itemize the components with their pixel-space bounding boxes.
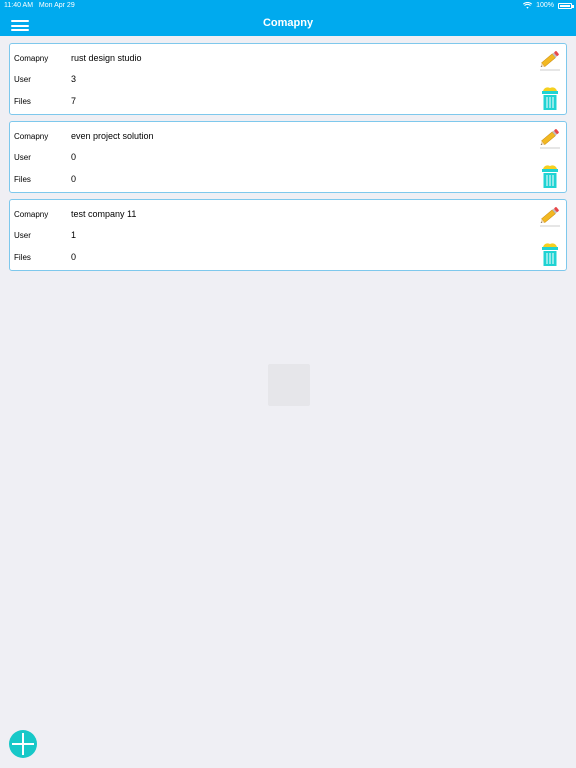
loading-indicator [268,364,310,406]
files-row: Files 7 [14,94,76,108]
company-label: Comapny [14,131,49,141]
user-count: 1 [71,230,77,240]
trash-icon[interactable] [540,163,560,189]
status-time: 11:40 AM [4,2,34,9]
page-title: Comapny [262,17,314,29]
status-right: 100% [523,2,574,9]
files-label: Files [14,174,31,184]
files-label: Files [14,252,31,262]
company-name: rust design studio [71,53,142,63]
user-label: User [14,230,31,240]
files-count: 0 [71,174,77,184]
status-bar: 11:40 AM Mon Apr 29 100% [0,0,576,12]
company-row: Comapny even project solution [14,129,154,143]
files-count: 7 [71,96,77,106]
nav-bar: Comapny [0,12,576,36]
files-row: Files 0 [14,250,76,264]
company-card: Comapny rust design studio User 3 Files … [9,43,567,115]
trash-icon[interactable] [540,85,560,111]
user-label: User [14,74,31,84]
pencil-icon[interactable] [538,203,562,227]
company-row: Comapny test company 11 [14,207,136,221]
company-card: Comapny test company 11 User 1 Files 0 [9,199,567,271]
plus-icon [12,733,34,755]
company-card: Comapny even project solution User 0 Fil… [9,121,567,193]
battery-icon [558,2,574,9]
user-row: User 0 [14,150,76,164]
files-count: 0 [71,252,77,262]
user-label: User [14,152,31,162]
company-name: even project solution [71,131,154,141]
user-count: 0 [71,152,77,162]
files-row: Files 0 [14,172,76,186]
battery-percent: 100% [536,2,554,9]
user-row: User 3 [14,72,76,86]
files-label: Files [14,96,31,106]
pencil-icon[interactable] [538,125,562,149]
user-count: 3 [71,74,77,84]
add-company-button[interactable] [9,730,37,758]
status-time-date: 11:40 AM Mon Apr 29 [4,2,75,9]
company-name: test company 11 [71,209,137,219]
company-label: Comapny [14,53,49,63]
pencil-icon[interactable] [538,47,562,71]
company-list: Comapny rust design studio User 3 Files … [9,43,567,277]
status-date: Mon Apr 29 [38,2,75,9]
company-label: Comapny [14,209,49,219]
company-row: Comapny rust design studio [14,51,142,65]
trash-icon[interactable] [540,241,560,267]
wifi-icon [523,2,533,9]
user-row: User 1 [14,228,76,242]
